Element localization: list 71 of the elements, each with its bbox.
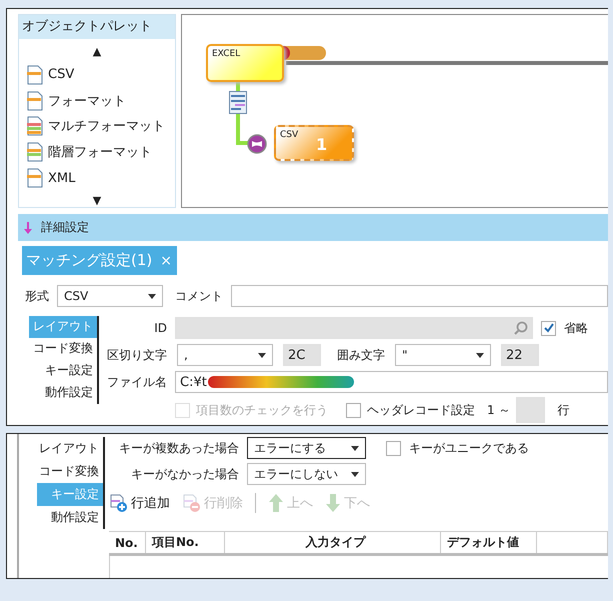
checkbox[interactable] <box>386 440 401 456</box>
document-icon <box>26 116 44 136</box>
file-name-field[interactable]: C:¥t <box>175 371 608 393</box>
document-icon <box>26 142 44 162</box>
checkbox[interactable] <box>346 402 361 418</box>
link-icon <box>247 134 267 154</box>
checkbox[interactable] <box>541 320 556 336</box>
id-field[interactable] <box>175 317 533 339</box>
palette-item[interactable]: フォーマット <box>48 92 126 110</box>
palette-item[interactable]: マルチフォーマット <box>48 117 165 136</box>
side-tab[interactable]: キー設定 <box>29 360 97 382</box>
multiple-key-select[interactable]: エラーにする <box>247 437 366 460</box>
checkbox-label: 項目数のチェックを行う <box>196 402 328 418</box>
node-label: EXCEL <box>212 49 240 59</box>
format-select[interactable]: CSV <box>57 285 163 307</box>
column-header: No. <box>109 532 146 553</box>
field-label: キーが複数あった場合 <box>118 440 239 457</box>
checkbox-label: ヘッダレコード設定 <box>367 402 475 418</box>
palette-item[interactable]: XML <box>48 170 76 186</box>
caret-icon <box>148 294 156 298</box>
delimiter-code: 2C <box>283 344 321 366</box>
palette-title: オブジェクトパレット <box>19 15 175 39</box>
caret-icon <box>351 472 359 477</box>
down-arrow-icon <box>325 493 341 514</box>
column-header: デフォルト値 <box>441 532 537 553</box>
node[interactable]: CSV 1 <box>274 125 354 161</box>
field-label: 囲み文字 <box>337 346 385 364</box>
node-count: 1 <box>316 135 328 154</box>
scroll-up-button[interactable]: ▲ <box>19 39 175 62</box>
palette-item[interactable]: 階層フォーマット <box>48 143 152 162</box>
down-arrow-icon <box>23 220 33 234</box>
caret-icon <box>476 352 484 358</box>
side-tab[interactable]: 動作設定 <box>29 382 97 404</box>
palette-item[interactable]: CSV <box>48 67 74 82</box>
document-icon <box>26 168 44 188</box>
up-arrow-icon <box>268 493 284 514</box>
search-icon <box>514 321 528 335</box>
unit-label: 行 <box>557 402 570 418</box>
quote-select[interactable]: " <box>395 344 491 366</box>
caret-icon <box>351 446 359 451</box>
field-label: コメント <box>175 288 223 304</box>
side-tab[interactable]: レイアウト <box>37 437 103 460</box>
checkbox-label: 省略 <box>564 320 588 336</box>
field-label: 区切り文字 <box>106 346 167 364</box>
field-label: 形式 <box>25 288 49 304</box>
side-tab[interactable]: コード変換 <box>37 460 103 483</box>
add-row-icon <box>109 494 128 513</box>
section-title: 詳細設定 <box>41 219 89 236</box>
header-rows-field[interactable] <box>516 397 546 423</box>
delimiter-select[interactable]: , <box>177 344 273 366</box>
toolbar-button[interactable]: 行追加 <box>109 494 170 513</box>
field-label: ファイル名 <box>106 374 167 390</box>
column-header: 入力タイプ <box>225 532 441 553</box>
field-label: キーがなかった場合 <box>130 466 239 483</box>
field-label: ID <box>153 321 167 335</box>
comment-field[interactable] <box>231 285 608 307</box>
node-label: CSV <box>280 130 298 140</box>
side-tab[interactable]: コード変換 <box>29 338 97 360</box>
side-tab[interactable]: 動作設定 <box>37 506 103 529</box>
checkbox-label: キーがユニークである <box>409 440 529 457</box>
caret-icon <box>258 352 266 358</box>
table-icon <box>229 91 247 114</box>
quote-code: 22 <box>501 344 539 366</box>
scroll-down-button[interactable]: ▼ <box>19 190 175 207</box>
range-label: 1 ～ <box>487 402 510 418</box>
node[interactable]: EXCEL <box>206 44 284 82</box>
missing-key-select[interactable]: エラーにしない <box>247 463 366 486</box>
remove-row-icon <box>182 494 201 513</box>
column-header: 項目No. <box>146 532 225 553</box>
document-icon <box>26 90 44 111</box>
document-icon <box>26 64 44 85</box>
